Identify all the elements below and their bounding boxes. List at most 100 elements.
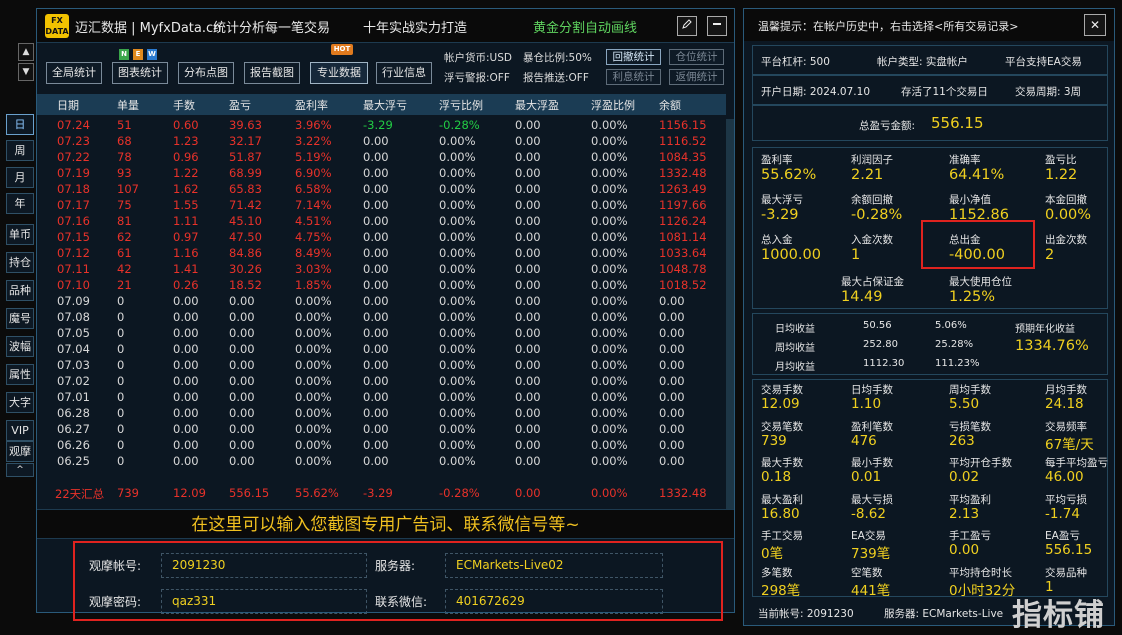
- position-stats-button[interactable]: 仓位统计: [669, 49, 724, 65]
- table-row[interactable]: 07.15 62 0.97 47.50 4.75% 0.00 0.00% 0.00 0.00% 1…: [37, 229, 726, 245]
- table-cell: 0.00%: [439, 278, 476, 292]
- table-cell: 42: [117, 262, 132, 276]
- watch-account-field[interactable]: 2091230: [161, 553, 367, 578]
- interest-stats-button[interactable]: 利息统计: [606, 69, 661, 85]
- nav-item[interactable]: 波幅: [6, 336, 34, 357]
- stat-label: 每手平均盈亏: [1045, 457, 1108, 469]
- summary-cell: 22天汇总: [55, 487, 105, 501]
- trade-period: 交易周期: 3周: [1015, 86, 1082, 98]
- server-field[interactable]: ECMarkets-Live02: [445, 553, 663, 578]
- wechat-field[interactable]: 401672629: [445, 589, 663, 614]
- nav-item[interactable]: 月: [6, 167, 34, 188]
- stat-value: 0笔: [761, 546, 784, 562]
- table-cell: 07.12: [57, 246, 90, 260]
- table-row[interactable]: 07.10 21 0.26 18.52 1.85% 0.00 0.00% 0.00 0.00% 1…: [37, 277, 726, 293]
- table-row[interactable]: 06.28 0 0.00 0.00 0.00% 0.00 0.00% 0.00 0.00% 0.0…: [37, 405, 726, 421]
- global-stats-button[interactable]: 全局统计: [46, 62, 102, 84]
- stat-value: 0.02: [949, 469, 980, 485]
- table-row[interactable]: 07.02 0 0.00 0.00 0.00% 0.00 0.00% 0.00 0.00% 0.0…: [37, 373, 726, 389]
- table-row[interactable]: 07.22 78 0.96 51.87 5.19% 0.00 0.00% 0.00 0.00% 1…: [37, 149, 726, 165]
- max-margin-value: 14.49: [841, 289, 883, 305]
- minimize-button[interactable]: [707, 16, 727, 36]
- table-row[interactable]: 06.27 0 0.00 0.00 0.00% 0.00 0.00% 0.00 0.00% 0.0…: [37, 421, 726, 437]
- table-row[interactable]: 07.01 0 0.00 0.00 0.00% 0.00 0.00% 0.00 0.00% 0.0…: [37, 389, 726, 405]
- table-cell: 0: [117, 406, 125, 420]
- stat-value: 2.21: [851, 167, 884, 183]
- nav-item[interactable]: 品种: [6, 280, 34, 301]
- table-cell: 0.00: [363, 294, 389, 308]
- income-amount: 50.56: [863, 320, 892, 331]
- table-cell: 0.00%: [591, 326, 628, 340]
- table-row[interactable]: 07.09 0 0.00 0.00 0.00% 0.00 0.00% 0.00 0.00% 0.0…: [37, 293, 726, 309]
- summary-row: 22天汇总 739 12.09 556.15 55.62% -3.29 -0.28% 0.00…: [37, 485, 726, 503]
- pro-data-button[interactable]: 专业数据: [310, 62, 368, 84]
- nav-item[interactable]: 属性: [6, 364, 34, 385]
- chart-stats-button[interactable]: 图表统计: [112, 62, 168, 84]
- table-row[interactable]: 07.19 93 1.22 68.99 6.90% 0.00 0.00% 0.00 0.00% 1…: [37, 165, 726, 181]
- table-row[interactable]: 07.16 81 1.11 45.10 4.51% 0.00 0.00% 0.00 0.00% 1…: [37, 213, 726, 229]
- table-cell: 1332.48: [659, 166, 707, 180]
- table-row[interactable]: 07.03 0 0.00 0.00 0.00% 0.00 0.00% 0.00 0.00% 0.0…: [37, 357, 726, 373]
- nav-collapse[interactable]: ^: [6, 463, 34, 477]
- nav-item[interactable]: 观摩: [6, 441, 34, 462]
- table-row[interactable]: 07.04 0 0.00 0.00 0.00% 0.00 0.00% 0.00 0.00% 0.0…: [37, 341, 726, 357]
- nav-item[interactable]: 单币: [6, 224, 34, 245]
- table-cell: 0.00%: [295, 454, 332, 468]
- summary-panel: 温馨提示：在帐户历史中，右击选择<所有交易记录> ✕ 平台杠杆: 500 帐户类…: [743, 8, 1115, 626]
- table-cell: 07.09: [57, 294, 90, 308]
- table-scrollbar[interactable]: [726, 119, 734, 509]
- table-row[interactable]: 07.24 51 0.60 39.63 3.96% -3.29 -0.28% 0.00 0.00…: [37, 117, 726, 133]
- table-cell: 0.00: [173, 438, 199, 452]
- survival-days: 存活了11个交易日: [901, 86, 988, 98]
- column-header: 余额: [659, 99, 681, 112]
- scroll-up-button[interactable]: ▲: [18, 43, 34, 61]
- table-cell: 1.41: [173, 262, 199, 276]
- new-badge-e: E: [133, 49, 143, 60]
- table-cell: 0.00: [515, 166, 541, 180]
- nav-item[interactable]: VIP: [6, 420, 34, 441]
- table-row[interactable]: 07.17 75 1.55 71.42 7.14% 0.00 0.00% 0.00 0.00% 1…: [37, 197, 726, 213]
- golden-ratio-link[interactable]: 黄金分割自动画线: [533, 17, 637, 36]
- nav-item[interactable]: 周: [6, 140, 34, 161]
- stat-value: 441笔: [851, 582, 891, 599]
- table-cell: 0.00: [229, 454, 255, 468]
- distribution-button[interactable]: 分布点图: [178, 62, 234, 84]
- nav-item[interactable]: 大字: [6, 392, 34, 413]
- nav-item[interactable]: 日: [6, 114, 34, 135]
- stat-value: 0.01: [851, 469, 882, 485]
- nav-item[interactable]: 持仓: [6, 252, 34, 273]
- server-label: 服务器:: [375, 559, 416, 573]
- stat-label: 空笔数: [851, 566, 883, 579]
- stat-label: 最大浮亏: [761, 194, 803, 206]
- table-cell: 62: [117, 230, 132, 244]
- table-cell: 0.00: [229, 294, 255, 308]
- table-row[interactable]: 07.11 42 1.41 30.26 3.03% 0.00 0.00% 0.00 0.00% 1…: [37, 261, 726, 277]
- stat-value: -3.29: [761, 207, 799, 223]
- edit-button[interactable]: [677, 16, 697, 36]
- table-cell: 0: [117, 358, 125, 372]
- industry-info-button[interactable]: 行业信息: [376, 62, 432, 84]
- income-percent: 5.06%: [935, 320, 967, 331]
- watch-password-field[interactable]: qaz331: [161, 589, 367, 614]
- table-cell: 0.00: [363, 230, 389, 244]
- open-date-row: 开户日期: 2024.07.10 存活了11个交易日 交易周期: 3周: [752, 75, 1108, 105]
- table-row[interactable]: 06.26 0 0.00 0.00 0.00% 0.00 0.00% 0.00 0.00% 0.0…: [37, 437, 726, 453]
- table-row[interactable]: 06.25 0 0.00 0.00 0.00% 0.00 0.00% 0.00 0.00% 0.0…: [37, 453, 726, 469]
- nav-item[interactable]: 年: [6, 193, 34, 214]
- rebate-stats-button[interactable]: 返佣统计: [669, 69, 724, 85]
- drawdown-stats-button[interactable]: 回撤统计: [606, 49, 661, 65]
- table-cell: 6.58%: [295, 182, 332, 196]
- nav-item[interactable]: 魔号: [6, 308, 34, 329]
- close-button[interactable]: ✕: [1084, 14, 1106, 36]
- table-row[interactable]: 07.18 107 1.62 65.83 6.58% 0.00 0.00% 0.00 0.00%…: [37, 181, 726, 197]
- table-cell: 0.00%: [295, 374, 332, 388]
- table-cell: 0.00: [515, 390, 541, 404]
- table-cell: 0.00: [515, 342, 541, 356]
- scroll-down-button[interactable]: ▼: [18, 63, 34, 81]
- stat-label: 出金次数: [1045, 234, 1087, 246]
- report-screenshot-button[interactable]: 报告截图: [244, 62, 300, 84]
- table-row[interactable]: 07.08 0 0.00 0.00 0.00% 0.00 0.00% 0.00 0.00% 0.0…: [37, 309, 726, 325]
- table-row[interactable]: 07.05 0 0.00 0.00 0.00% 0.00 0.00% 0.00 0.00% 0.0…: [37, 325, 726, 341]
- table-row[interactable]: 07.23 68 1.23 32.17 3.22% 0.00 0.00% 0.00 0.00% 1…: [37, 133, 726, 149]
- table-row[interactable]: 07.12 61 1.16 84.86 8.49% 0.00 0.00% 0.00 0.00% 1…: [37, 245, 726, 261]
